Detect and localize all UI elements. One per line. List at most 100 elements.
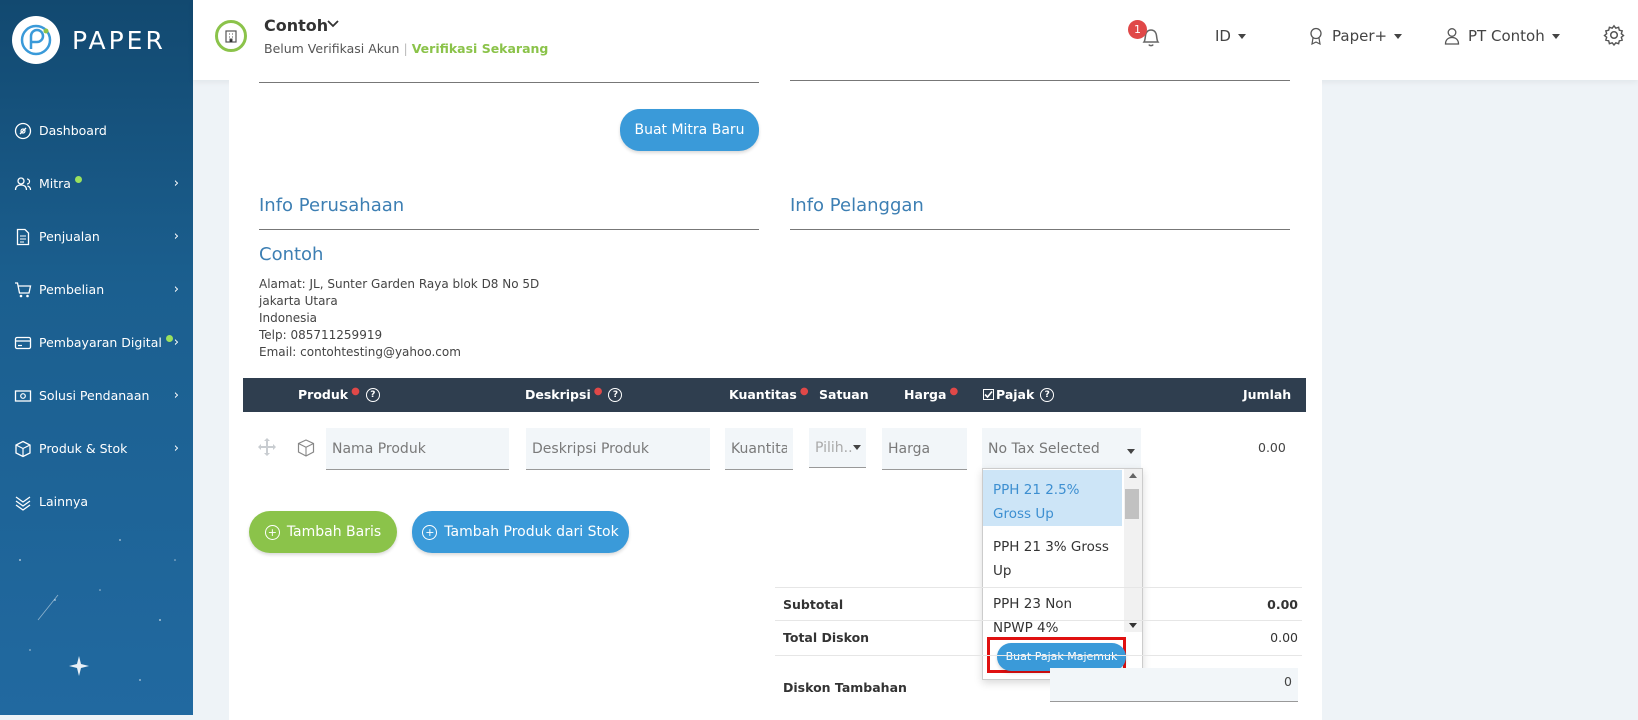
- caret-down-icon: [1394, 33, 1403, 39]
- sidebar-item-mitra[interactable]: Mitra ›: [0, 157, 193, 210]
- verification-status-text: Belum Verifikasi Akun: [264, 41, 400, 56]
- new-indicator-dot: [74, 176, 82, 183]
- product-name-input[interactable]: [326, 428, 509, 470]
- sidebar-item-label: Solusi Pendanaan: [39, 388, 150, 403]
- line-amount: 0.00: [1258, 440, 1286, 455]
- required-marker: ●: [949, 386, 959, 397]
- sidebar-item-pembayaran-digital[interactable]: Pembayaran Digital ›: [0, 316, 193, 369]
- sidebar-item-label: Lainnya: [39, 494, 88, 509]
- users-icon: [13, 174, 33, 194]
- sidebar-item-penjualan[interactable]: Penjualan ›: [0, 210, 193, 263]
- sidebar-item-lainnya[interactable]: Lainnya: [0, 475, 193, 528]
- cart-icon: [13, 280, 33, 300]
- company-selector[interactable]: Contoh: [264, 16, 328, 35]
- chevron-right-icon: ›: [173, 229, 179, 244]
- checkbox-checked-icon[interactable]: [983, 389, 994, 400]
- chevron-right-icon: ›: [173, 335, 179, 350]
- chevron-down-icon[interactable]: [326, 18, 340, 33]
- chevron-right-icon: ›: [173, 441, 179, 456]
- user-label: PT Contoh: [1468, 27, 1545, 45]
- tax-option[interactable]: PPH 23 Non NPWP 4%: [983, 584, 1122, 640]
- tax-select-value: No Tax Selected: [988, 441, 1100, 457]
- header-quantity: Kuantitas ●: [729, 386, 809, 402]
- tax-select[interactable]: No Tax Selected: [982, 428, 1141, 470]
- help-icon[interactable]: ?: [1040, 387, 1055, 402]
- new-partner-button[interactable]: Buat Mitra Baru: [620, 109, 759, 151]
- address-line: jakarta Utara: [259, 294, 338, 308]
- sidebar-item-pembelian[interactable]: Pembelian ›: [0, 263, 193, 316]
- required-marker: ●: [351, 386, 360, 397]
- header-price: Harga ●: [904, 386, 959, 402]
- scroll-down-icon[interactable]: [1129, 623, 1137, 628]
- dropdown-scrollbar[interactable]: [1124, 469, 1142, 632]
- chevron-right-icon: ›: [173, 388, 179, 403]
- subtotal-label: Subtotal: [783, 597, 844, 612]
- extra-discount-label: Diskon Tambahan: [783, 680, 907, 695]
- header-label: Satuan: [819, 387, 869, 402]
- gear-icon[interactable]: [1603, 24, 1625, 46]
- user-menu[interactable]: PT Contoh: [1444, 27, 1560, 45]
- tax-dropdown-list: PPH 21 2.5% Gross Up PPH 21 3% Gross Up …: [982, 468, 1143, 680]
- chevron-right-icon: ›: [173, 282, 179, 297]
- tax-option[interactable]: PPH 21 3% Gross Up: [983, 527, 1122, 583]
- new-indicator-dot: [165, 335, 173, 342]
- sidebar-item-label: Produk & Stok: [39, 441, 128, 456]
- header-unit: Satuan: [819, 387, 869, 402]
- address-line: Alamat: JL, Sunter Garden Raya blok D8 N…: [259, 277, 540, 291]
- create-compound-tax-button[interactable]: Buat Pajak Majemuk: [997, 643, 1126, 671]
- caret-down-icon: [1237, 33, 1246, 39]
- header-label: Produk: [298, 387, 349, 402]
- customer-info-title: Info Pelanggan: [790, 195, 924, 216]
- plan-menu[interactable]: Paper+: [1308, 27, 1403, 45]
- header-label: Deskripsi: [525, 387, 591, 402]
- sidebar-item-dashboard[interactable]: Dashboard: [0, 104, 193, 157]
- sidebar-item-label: Pembelian: [39, 282, 105, 297]
- caret-down-icon: [1551, 33, 1560, 39]
- help-icon[interactable]: ?: [608, 387, 623, 402]
- company-address: Alamat: JL, Sunter Garden Raya blok D8 N…: [259, 276, 539, 361]
- unit-select-value: Pilih..: [815, 440, 853, 456]
- extra-discount-input[interactable]: 0: [1050, 668, 1298, 702]
- plan-label: Paper+: [1332, 27, 1388, 45]
- money-icon: [13, 386, 33, 406]
- verify-now-link[interactable]: Verifikasi Sekarang: [412, 41, 549, 56]
- add-from-stock-button[interactable]: + Tambah Produk dari Stok: [412, 511, 629, 553]
- required-marker: ●: [593, 386, 603, 397]
- company-building-icon[interactable]: [215, 20, 247, 52]
- address-line: Telp: 085711259919: [259, 328, 383, 342]
- plus-circle-icon: +: [264, 524, 280, 540]
- language-menu[interactable]: ID: [1215, 27, 1246, 45]
- layers-icon: [13, 492, 33, 512]
- company-info-title: Info Perusahaan: [259, 195, 405, 216]
- tax-option[interactable]: PPH 21 2.5% Gross Up: [983, 470, 1122, 526]
- sidebar-item-produk-stok[interactable]: Produk & Stok ›: [0, 422, 193, 475]
- header-label: Harga: [904, 387, 947, 402]
- caret-down-icon: [853, 445, 861, 450]
- box-icon[interactable]: [296, 438, 316, 458]
- quantity-input[interactable]: [725, 428, 793, 470]
- award-icon: [1310, 27, 1322, 45]
- price-input[interactable]: [882, 428, 967, 470]
- scroll-up-icon[interactable]: [1129, 473, 1137, 478]
- brand[interactable]: PAPER: [12, 16, 166, 64]
- add-row-button[interactable]: + Tambah Baris: [249, 511, 397, 553]
- header-label: Pajak: [996, 387, 1035, 402]
- sidebar-nav: Dashboard Mitra › Penjualan › Pembelian …: [0, 104, 193, 528]
- unit-select[interactable]: Pilih..: [809, 428, 866, 468]
- header-tax: Pajak?: [983, 387, 1055, 402]
- sidebar-item-label: Pembayaran Digital: [39, 335, 162, 350]
- user-icon: [1444, 28, 1460, 45]
- scrollbar-thumb[interactable]: [1125, 489, 1139, 519]
- card-icon: [13, 333, 33, 353]
- dashboard-icon: [13, 121, 33, 141]
- product-description-input[interactable]: [526, 428, 710, 470]
- divider: [259, 229, 759, 230]
- drag-handle-icon[interactable]: [257, 437, 277, 457]
- address-line: Email: contohtesting@yahoo.com: [259, 345, 461, 359]
- divider: [775, 587, 1302, 588]
- help-icon[interactable]: ?: [365, 387, 380, 402]
- required-marker: ●: [799, 386, 809, 397]
- divider: [259, 82, 759, 83]
- sidebar-item-solusi-pendanaan[interactable]: Solusi Pendanaan ›: [0, 369, 193, 422]
- total-discount-label: Total Diskon: [783, 630, 870, 645]
